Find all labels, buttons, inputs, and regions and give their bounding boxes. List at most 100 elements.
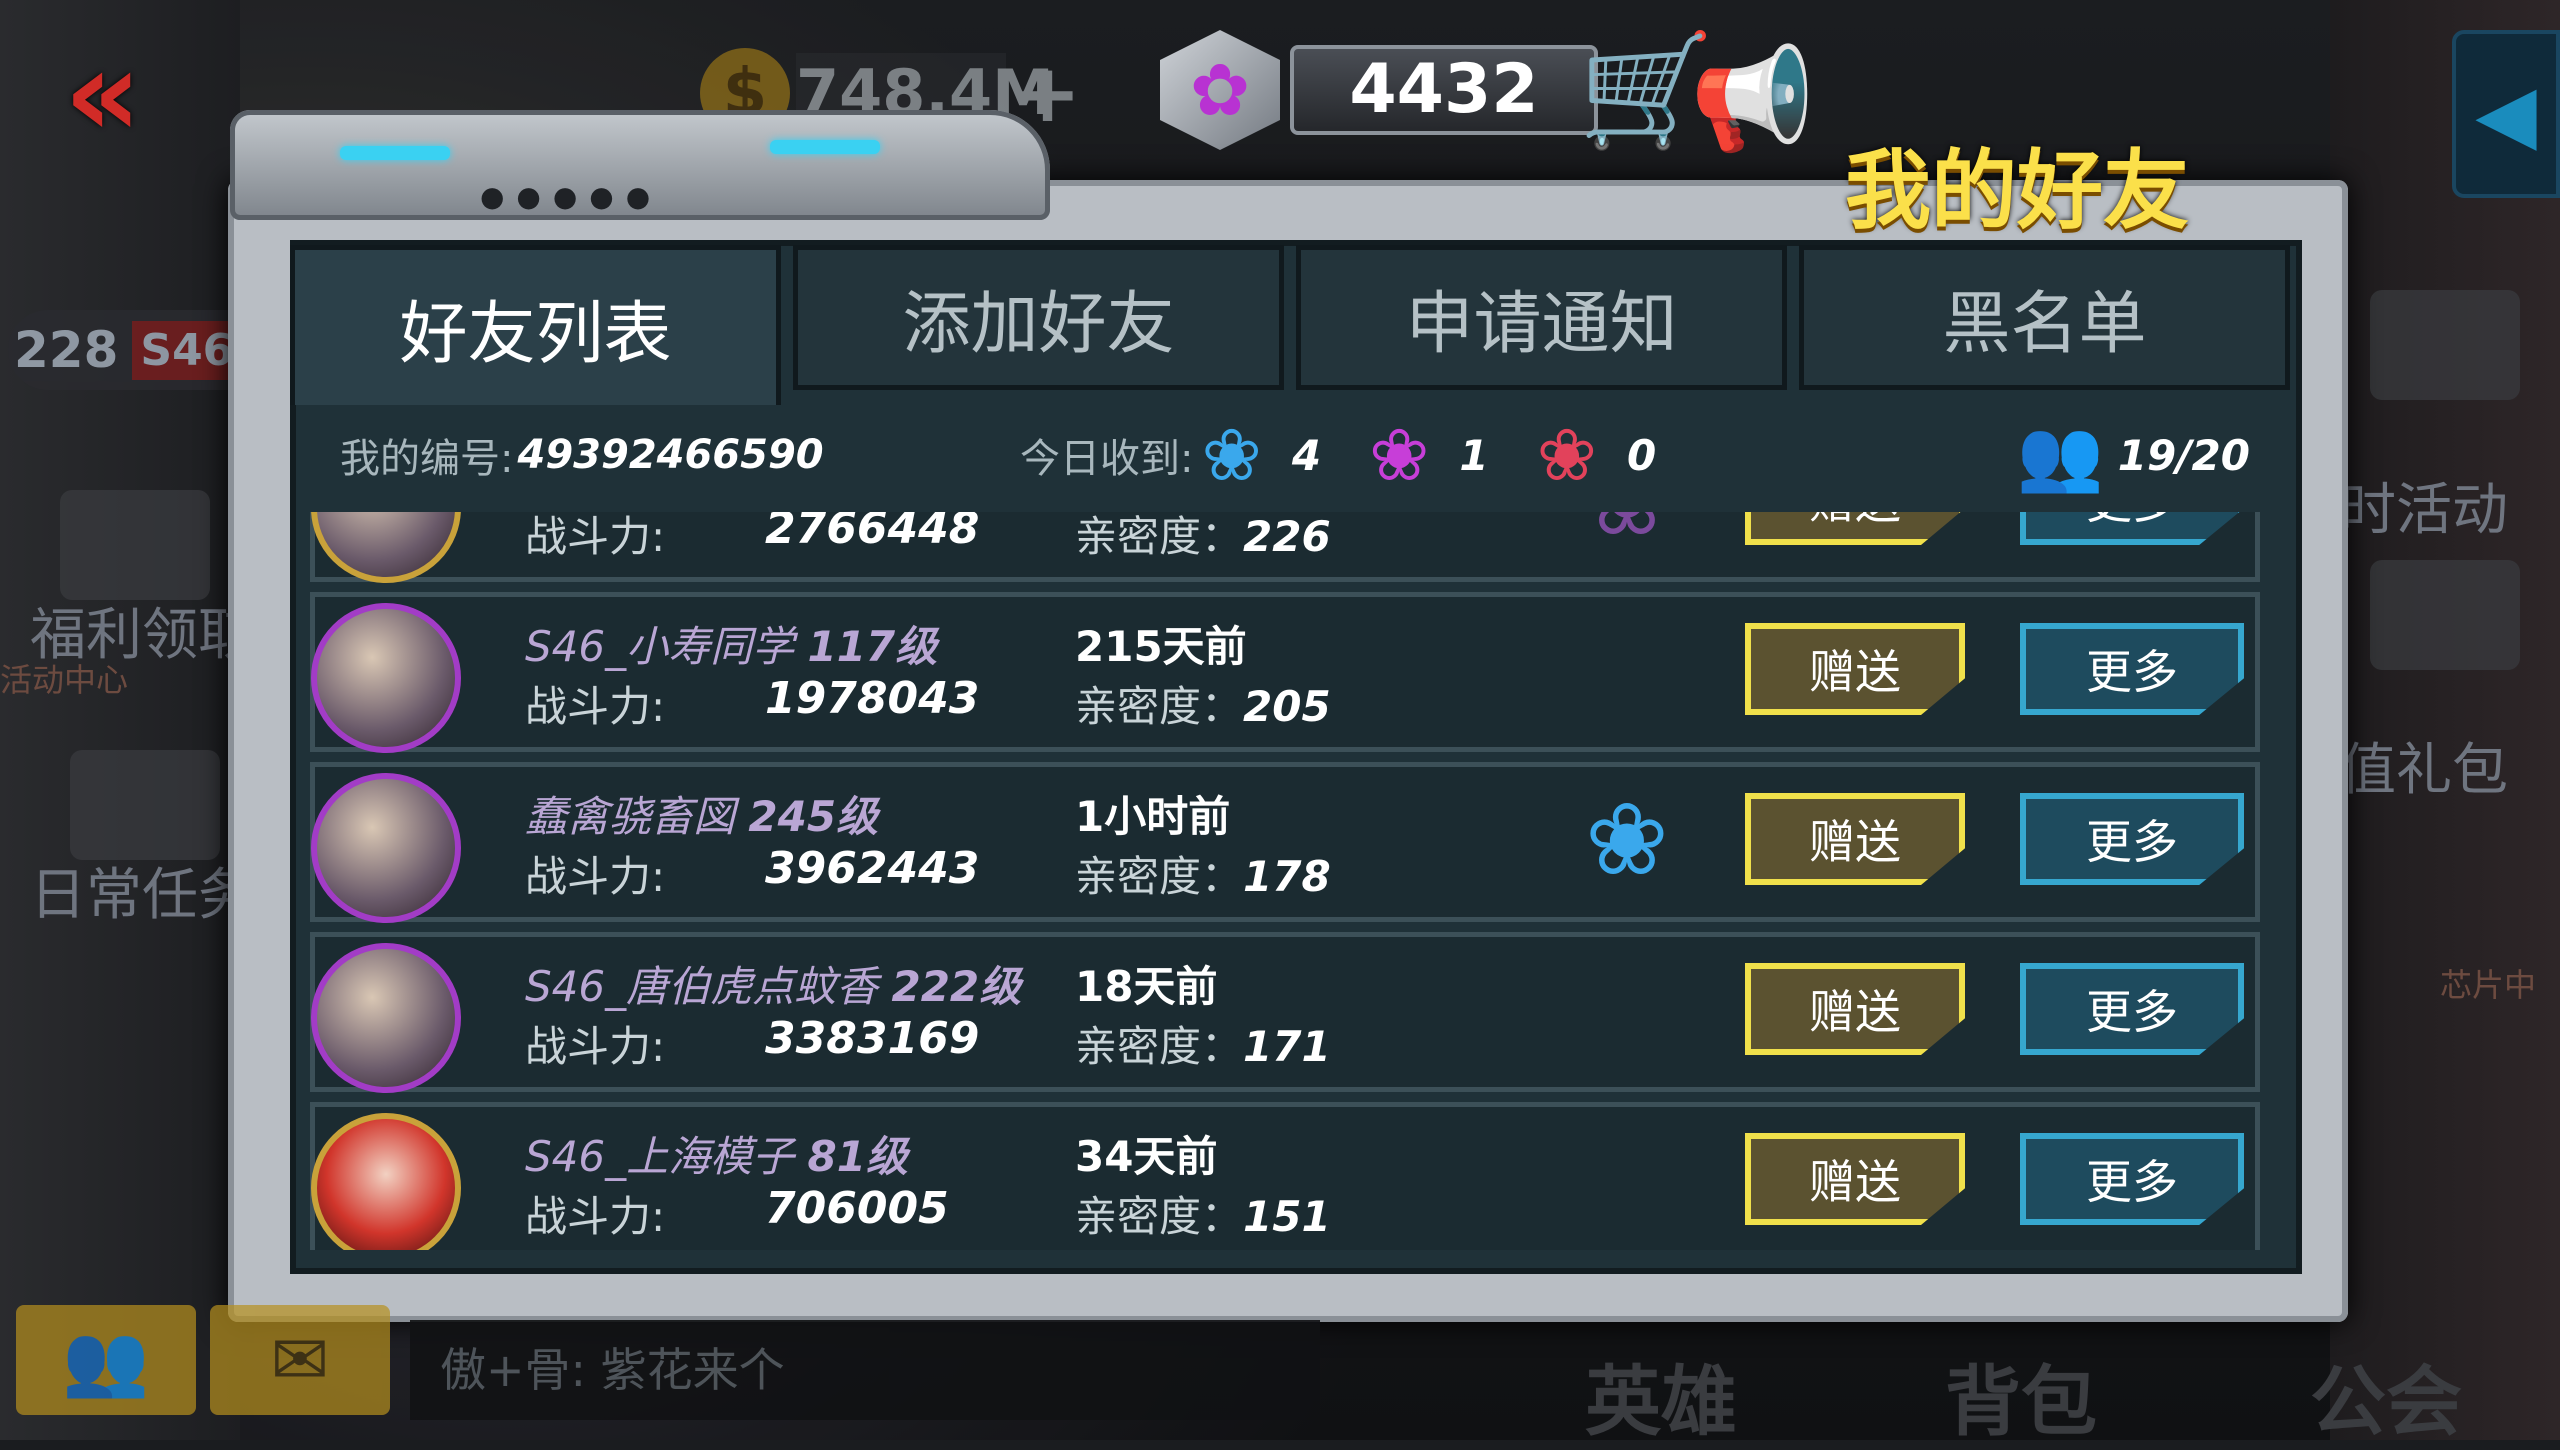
friend-avatar[interactable] bbox=[311, 1113, 461, 1250]
intimacy-value: 226 bbox=[1243, 512, 1331, 561]
power-label: 战斗力: bbox=[525, 852, 666, 901]
intimacy-label: 亲密度： bbox=[1075, 682, 1244, 731]
friend-row: S46_上海模子 81级 战斗力: 706005 34天前 亲密度：151 赠送… bbox=[310, 1102, 2260, 1250]
last-online: 34天前 bbox=[1075, 1132, 1218, 1181]
decoration-dots: ●●●●● bbox=[480, 180, 663, 213]
friend-name-line: S46_唐伯虎点蚊香 222级 bbox=[525, 953, 1021, 1014]
friend-name-line: 蠢禽骁畜図 245级 bbox=[525, 783, 878, 844]
intimacy-label: 亲密度： bbox=[1075, 1022, 1244, 1071]
gift-button[interactable]: 赠送 bbox=[1745, 963, 1965, 1055]
gem-icon: ✿ bbox=[1160, 30, 1280, 150]
intimacy-label: 亲密度： bbox=[1075, 852, 1244, 901]
side-label-daily-task[interactable]: 日常任务 bbox=[30, 850, 254, 931]
friend-level: 117级 bbox=[807, 622, 938, 671]
power-value: 3383169 bbox=[765, 1013, 980, 1064]
intimacy: 亲密度：151 bbox=[1075, 1183, 1331, 1244]
received-today: 今日收到: ❀ 4 ❀ 1 ❀ 0 bbox=[1020, 413, 1696, 497]
announcement-horn-icon[interactable]: 📢 bbox=[1690, 40, 1815, 158]
intimacy-value: 178 bbox=[1243, 852, 1331, 901]
intimacy-value: 171 bbox=[1243, 1022, 1331, 1071]
tab-request-notice[interactable]: 申请通知 bbox=[1296, 245, 1787, 390]
gift-button[interactable]: 赠送 bbox=[1745, 512, 1965, 545]
intimacy: 亲密度：226 bbox=[1075, 512, 1331, 564]
side-label-recharge-gift[interactable]: 值礼包 bbox=[2340, 725, 2508, 806]
right-panel-toggle-icon[interactable]: ◀ bbox=[2452, 30, 2560, 198]
gift-button[interactable]: 赠送 bbox=[1745, 793, 1965, 885]
my-id-value: 49392466590 bbox=[517, 432, 824, 478]
side-sub-activity-center: 活动中心 bbox=[0, 661, 129, 699]
friend-avatar[interactable] bbox=[311, 603, 461, 753]
last-online: 18天前 bbox=[1075, 962, 1218, 1011]
friend-list[interactable]: 战斗力: 2766448 亲密度：226 ❀ 赠送 更多 S46_小寿同学 11… bbox=[310, 512, 2270, 1250]
my-id-label: 我的编号: bbox=[340, 436, 514, 482]
friend-name-line: S46_小寿同学 117级 bbox=[525, 613, 937, 674]
friend-name: 蠢禽骁畜図 bbox=[525, 792, 736, 841]
mail-icon[interactable]: ✉ bbox=[210, 1305, 390, 1415]
blue-rose-count: 4 bbox=[1291, 430, 1322, 480]
friend-count: 👥 19/20 bbox=[2017, 414, 2250, 497]
friends-shortcut-icon[interactable]: 👥 bbox=[16, 1305, 196, 1415]
intimacy: 亲密度：178 bbox=[1075, 843, 1331, 904]
friend-row: 战斗力: 2766448 亲密度：226 ❀ 赠送 更多 bbox=[310, 512, 2260, 583]
power-label: 战斗力: bbox=[525, 1022, 666, 1071]
tab-blacklist[interactable]: 黑名单 bbox=[1799, 245, 2290, 390]
tab-bar: 好友列表 添加好友 申请通知 黑名单 bbox=[290, 245, 2290, 405]
daily-task-icon[interactable] bbox=[70, 750, 220, 860]
friend-avatar[interactable] bbox=[311, 943, 461, 1093]
decoration-light bbox=[770, 140, 880, 154]
gem-value: 4432 bbox=[1290, 45, 1598, 135]
friend-avatar[interactable] bbox=[311, 773, 461, 923]
side-label-limited-event[interactable]: 时活动 bbox=[2340, 465, 2508, 546]
purple-rose-icon: ❀ bbox=[1369, 413, 1430, 497]
more-button[interactable]: 更多 bbox=[2020, 963, 2244, 1055]
tab-add-friend[interactable]: 添加好友 bbox=[793, 245, 1284, 390]
friend-name: S46_上海模子 bbox=[525, 1132, 795, 1181]
more-button[interactable]: 更多 bbox=[2020, 793, 2244, 885]
friend-level: 245级 bbox=[748, 792, 879, 841]
blue-rose-received-icon[interactable]: ❀ bbox=[1585, 781, 1669, 898]
red-rose-bouquet-icon: ❀ bbox=[1536, 413, 1597, 497]
right-side-background bbox=[2330, 0, 2560, 1440]
gift-button[interactable]: 赠送 bbox=[1745, 623, 1965, 715]
page-title: 我的好友 bbox=[1845, 141, 2189, 241]
friends-icon: 👥 bbox=[2016, 413, 2104, 496]
friend-name: S46_小寿同学 bbox=[525, 622, 795, 671]
intimacy-label: 亲密度： bbox=[1075, 512, 1244, 561]
purple-rose-count: 1 bbox=[1459, 430, 1489, 480]
welfare-icon[interactable] bbox=[60, 490, 210, 600]
friend-count-value: 19/20 bbox=[2117, 430, 2250, 480]
decoration-light bbox=[340, 146, 450, 160]
blue-rose-icon: ❀ bbox=[1201, 413, 1262, 497]
more-button[interactable]: 更多 bbox=[2020, 512, 2244, 545]
side-sub-chip: 芯片中 bbox=[2440, 966, 2537, 1004]
friend-level: 81级 bbox=[807, 1132, 908, 1181]
more-button[interactable]: 更多 bbox=[2020, 623, 2244, 715]
friend-name-line: S46_上海模子 81级 bbox=[525, 1123, 908, 1184]
last-online: 1小时前 bbox=[1075, 792, 1231, 841]
nav-heroes[interactable]: 英雄 bbox=[1585, 1340, 1737, 1450]
friend-avatar[interactable] bbox=[311, 512, 461, 583]
more-button[interactable]: 更多 bbox=[2020, 1133, 2244, 1225]
intimacy: 亲密度：171 bbox=[1075, 1013, 1331, 1074]
tab-friend-list[interactable]: 好友列表 bbox=[290, 245, 781, 405]
friend-name: S46_唐伯虎点蚊香 bbox=[525, 962, 879, 1011]
friend-row: 蠢禽骁畜図 245级 战斗力: 3962443 1小时前 亲密度：178 ❀ 赠… bbox=[310, 762, 2260, 923]
power-value: 3962443 bbox=[765, 843, 980, 894]
gift-button[interactable]: 赠送 bbox=[1745, 1133, 1965, 1225]
back-icon[interactable]: « bbox=[64, 35, 184, 155]
chat-preview[interactable]: 傲+骨: 紫花来个 bbox=[410, 1320, 1320, 1420]
recharge-gift-icon[interactable] bbox=[2370, 560, 2520, 670]
friend-level: 222级 bbox=[891, 962, 1022, 1011]
intimacy-value: 205 bbox=[1243, 682, 1331, 731]
received-label: 今日收到: bbox=[1020, 436, 1194, 482]
nav-backpack[interactable]: 背包 bbox=[1945, 1340, 2097, 1450]
nav-guild[interactable]: 公会 bbox=[2310, 1340, 2462, 1450]
panel-top-decoration: ●●●●● bbox=[230, 110, 1050, 220]
info-bar: 我的编号: 49392466590 今日收到: ❀ 4 ❀ 1 ❀ 0 👥 19… bbox=[300, 400, 2280, 510]
limited-event-icon[interactable] bbox=[2370, 290, 2520, 400]
power-value: 2766448 bbox=[765, 512, 980, 554]
rose-received-icon: ❀ bbox=[1585, 512, 1669, 558]
intimacy-label: 亲密度： bbox=[1075, 1192, 1244, 1241]
friend-row: S46_小寿同学 117级 战斗力: 1978043 215天前 亲密度：205… bbox=[310, 592, 2260, 753]
player-level-badge[interactable]: 228 S46_ bbox=[8, 310, 264, 390]
